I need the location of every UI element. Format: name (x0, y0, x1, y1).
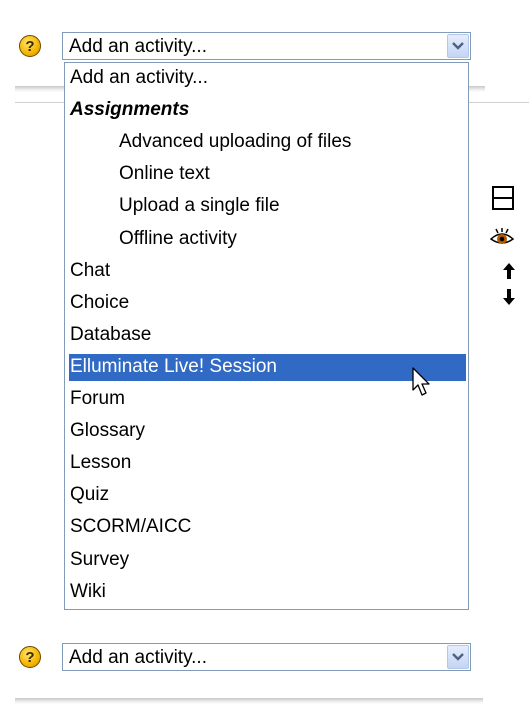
dropdown-option[interactable]: Survey (69, 547, 466, 574)
option-label: Database (70, 323, 152, 345)
option-label: Chat (70, 259, 111, 281)
option-label: Choice (70, 291, 130, 313)
split-section-icon[interactable] (491, 185, 515, 216)
help-icon[interactable]: ? (19, 35, 41, 57)
dropdown-option[interactable]: Forum (69, 386, 466, 413)
help-icon[interactable]: ? (19, 646, 41, 668)
dropdown-option[interactable]: Quiz (69, 482, 466, 509)
option-label: Survey (70, 548, 130, 570)
eye-icon[interactable] (489, 228, 515, 251)
dropdown-option[interactable]: Elluminate Live! Session (69, 353, 466, 381)
dropdown-button[interactable] (447, 645, 469, 669)
option-label: SCORM/AICC (70, 516, 192, 538)
dropdown-option[interactable]: Online text (69, 161, 466, 188)
option-label: Glossary (70, 420, 145, 442)
dropdown-option[interactable]: Upload a single file (69, 193, 466, 220)
add-activity-select[interactable]: Add an activity... (62, 32, 471, 60)
dropdown-option[interactable]: Lesson (69, 450, 466, 477)
dropdown-option[interactable]: Wiki (69, 579, 466, 606)
chevron-down-icon (452, 653, 464, 661)
dropdown-option[interactable]: SCORM/AICC (69, 514, 466, 541)
select-value: Add an activity... (69, 647, 207, 668)
option-label: Advanced uploading of files (119, 131, 352, 153)
section-divider-bottom (15, 698, 483, 704)
dropdown-option[interactable]: Advanced uploading of files (69, 129, 466, 156)
option-label: Quiz (70, 484, 110, 506)
dropdown-option[interactable]: Choice (69, 290, 466, 317)
dropdown-button[interactable] (447, 34, 469, 58)
option-label: Add an activity... (70, 67, 208, 88)
activity-dropdown-list[interactable]: Add an activity... Assignments Advanced up… (64, 62, 469, 610)
option-label: Wiki (70, 580, 106, 602)
option-label: Forum (70, 388, 125, 409)
option-label: Offline activity (119, 227, 237, 249)
move-down-icon[interactable] (502, 288, 516, 311)
chevron-down-icon (452, 42, 464, 50)
select-value: Add an activity... (69, 36, 207, 57)
option-label: Lesson (70, 452, 132, 474)
move-up-icon[interactable] (502, 262, 516, 285)
option-label: Elluminate Live! Session (70, 355, 277, 377)
option-label: Upload a single file (119, 195, 280, 217)
dropdown-option[interactable]: Add an activity... (69, 65, 466, 92)
option-group-label: Assignments (69, 97, 466, 124)
mouse-pointer-icon (412, 367, 432, 402)
option-label: Assignments (70, 99, 190, 121)
dropdown-option[interactable]: Database (69, 322, 466, 349)
dropdown-option[interactable]: Glossary (69, 418, 466, 445)
option-label: Online text (119, 163, 210, 185)
dropdown-option[interactable]: Chat (69, 258, 466, 285)
dropdown-option[interactable]: Offline activity (69, 226, 466, 253)
add-activity-select-bottom[interactable]: Add an activity... (62, 643, 471, 671)
